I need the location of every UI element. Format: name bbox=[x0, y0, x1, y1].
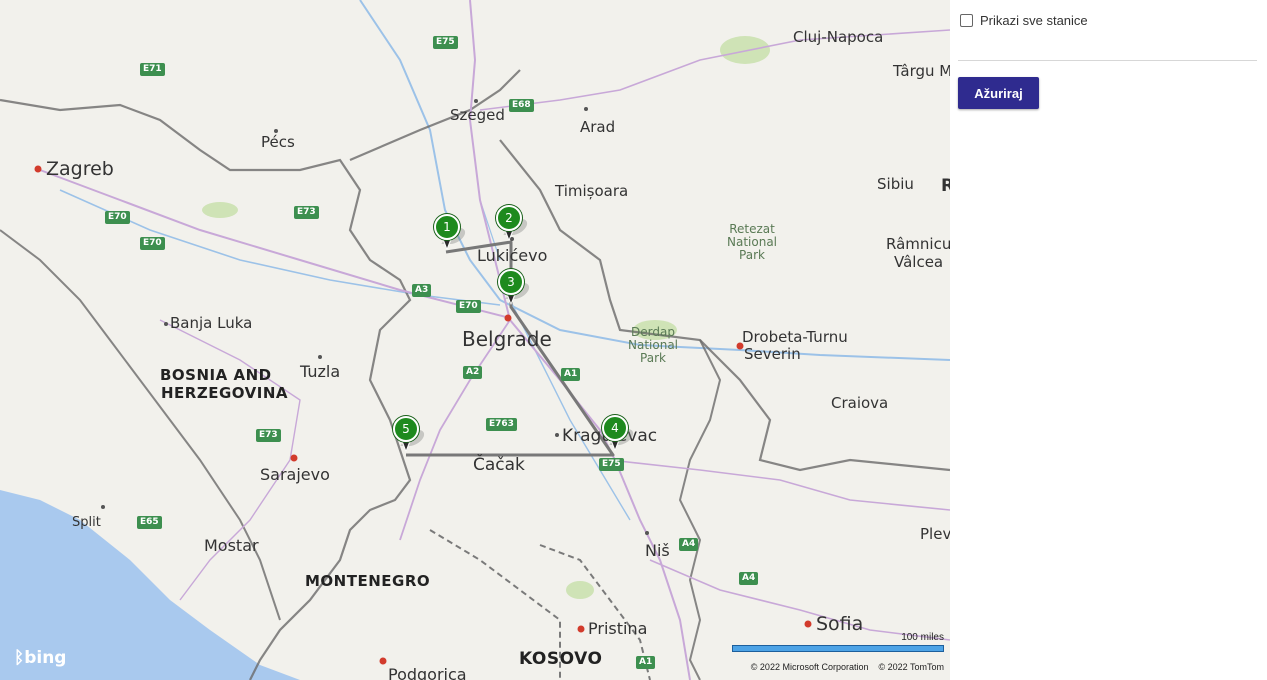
route-pin-5[interactable]: 5 bbox=[393, 416, 428, 456]
scale-bar bbox=[732, 645, 944, 652]
route-pin-4[interactable]: 4 bbox=[602, 415, 637, 455]
label-arad: Arad bbox=[580, 118, 616, 136]
road-shield: E70 bbox=[456, 300, 481, 313]
label-nis: Niš bbox=[645, 541, 670, 560]
bing-icon: ᛒ bbox=[14, 648, 25, 668]
road-shield: E70 bbox=[140, 237, 165, 250]
label-mostar: Mostar bbox=[204, 536, 259, 555]
bing-logo: ᛒbing bbox=[14, 648, 67, 668]
label-split: Split bbox=[72, 515, 101, 530]
label-pleven: Pleve bbox=[920, 525, 950, 543]
label-country-kosovo: KOSOVO bbox=[519, 649, 603, 669]
label-podgorica: Podgorica bbox=[388, 665, 467, 680]
label-drobeta: Drobeta-Turnu bbox=[742, 328, 848, 346]
label-lukicevo: Lukićevo bbox=[477, 246, 548, 265]
label-timisoara: Timișoara bbox=[555, 182, 629, 200]
road-shield: E73 bbox=[294, 206, 319, 219]
label-rimnicu: Râmnicu bbox=[886, 235, 950, 253]
show-all-stations-label: Prikazi sve stanice bbox=[980, 13, 1088, 28]
road-shield: A4 bbox=[739, 572, 759, 585]
road-shield: E75 bbox=[599, 458, 624, 471]
label-zagreb: Zagreb bbox=[46, 158, 114, 180]
label-banja-luka: Banja Luka bbox=[170, 314, 253, 332]
label-cluj: Cluj-Napoca bbox=[793, 28, 884, 46]
route-pin-1[interactable]: 1 bbox=[434, 214, 469, 254]
road-shield: E68 bbox=[509, 99, 534, 112]
road-shield: E71 bbox=[140, 63, 165, 76]
road-shield: E73 bbox=[256, 429, 281, 442]
label-severin: Severin bbox=[744, 345, 801, 363]
label-craiova: Craiova bbox=[831, 394, 889, 412]
panel-divider bbox=[958, 60, 1257, 61]
route-pin-2[interactable]: 2 bbox=[496, 205, 531, 245]
road-shield: A1 bbox=[636, 656, 656, 669]
road-shield: A1 bbox=[561, 368, 581, 381]
label-valcea: Vâlcea bbox=[894, 253, 944, 271]
road-shield: E65 bbox=[137, 516, 162, 529]
label-country-montenegro: MONTENEGRO bbox=[305, 572, 431, 590]
route-pin-3[interactable]: 3 bbox=[498, 269, 533, 309]
label-cacak: Čačak bbox=[473, 455, 525, 475]
map-scale: 100 miles bbox=[732, 632, 944, 652]
road-shield: E763 bbox=[486, 418, 517, 431]
label-sibiu: Sibiu bbox=[877, 175, 914, 193]
side-panel: Prikazi sve stanice Ažuriraj bbox=[950, 0, 1267, 680]
label-targu: Târgu M bbox=[893, 62, 950, 80]
road-shield: E75 bbox=[433, 36, 458, 49]
label-pecs: Pécs bbox=[261, 133, 295, 151]
show-all-stations-toggle[interactable]: Prikazi sve stanice bbox=[960, 13, 1088, 28]
label-park-derdap: Derdap National Park bbox=[628, 325, 679, 365]
road-shield: E70 bbox=[105, 211, 130, 224]
label-belgrade: Belgrade bbox=[462, 327, 552, 351]
label-country-bih-2: HERZEGOVINA bbox=[161, 384, 288, 402]
road-shield: A3 bbox=[412, 284, 432, 297]
map-copyright: © 2022 Microsoft Corporation © 2022 TomT… bbox=[751, 662, 944, 672]
label-tuzla: Tuzla bbox=[300, 362, 341, 381]
label-park-retezat: Retezat National Park bbox=[727, 222, 778, 262]
update-button[interactable]: Ažuriraj bbox=[958, 77, 1039, 109]
label-country-bih-1: BOSNIA AND bbox=[160, 366, 272, 384]
label-pristina: Pristina bbox=[588, 619, 648, 638]
copyright-tomtom: © 2022 TomTom bbox=[878, 662, 945, 672]
map-view[interactable]: Cluj-Napoca Târgu M Szeged Arad Pécs Zag… bbox=[0, 0, 950, 680]
show-all-stations-checkbox[interactable] bbox=[960, 14, 973, 27]
road-shield: A2 bbox=[463, 366, 483, 379]
copyright-microsoft: © 2022 Microsoft Corporation bbox=[750, 662, 869, 672]
label-szeged: Szeged bbox=[450, 106, 505, 124]
road-shield: A4 bbox=[679, 538, 699, 551]
label-edge-r: R bbox=[941, 176, 950, 196]
scale-label: 100 miles bbox=[901, 632, 944, 643]
label-sarajevo: Sarajevo bbox=[260, 465, 330, 484]
